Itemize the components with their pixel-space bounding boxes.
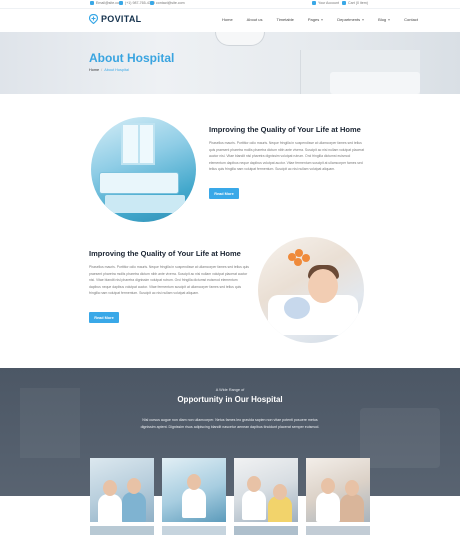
- topbar-contact-email-text: contact@site.com: [156, 1, 185, 5]
- email-icon: [90, 1, 94, 5]
- section2-text: Phasellus mauris. Porttitor odio mauris.…: [89, 265, 249, 296]
- site-header: POVITAL Home About us Timetable Pages De…: [0, 9, 460, 32]
- topbar-cart-link[interactable]: Cart (0 item): [342, 1, 368, 5]
- top-bar: Email@site.com (+1) 987-765-4329 contact…: [0, 0, 460, 9]
- phone-icon: [119, 1, 123, 5]
- cart-icon: [342, 1, 346, 5]
- page-title: About Hospital: [89, 51, 175, 65]
- hero-lamp-image: [215, 32, 265, 46]
- flowers-shape: [288, 249, 312, 269]
- hospital-room-image: [91, 117, 196, 222]
- nav-item-pages[interactable]: Pages: [308, 17, 324, 22]
- chevron-down-icon: [388, 18, 391, 21]
- section2-read-more-button[interactable]: Read More: [89, 312, 119, 323]
- logo-text: POVITAL: [101, 14, 142, 24]
- page-hero: [0, 32, 460, 94]
- bed-shape: [99, 172, 179, 194]
- user-icon: [312, 1, 316, 5]
- topbar-account-text: Your Account: [318, 1, 340, 5]
- nav-item-home[interactable]: Home: [222, 17, 233, 22]
- nav-item-timetable[interactable]: Timetable: [276, 17, 293, 22]
- child-patient-image: [258, 237, 364, 343]
- section-bottom-band: [0, 496, 460, 535]
- opportunity-kicker: A Wide Range of: [215, 388, 245, 392]
- topbar-contact-email[interactable]: contact@site.com: [150, 1, 185, 5]
- nav-item-departments[interactable]: Departments: [337, 17, 365, 22]
- topbar-account-link[interactable]: Your Account: [312, 1, 339, 5]
- toy-shape: [284, 297, 310, 319]
- gallery-photo-doctor-child[interactable]: [234, 458, 298, 522]
- pillow-shape: [268, 295, 358, 335]
- breadcrumb-separator: /: [101, 68, 103, 72]
- opportunity-text: Nisl cursus augue non diam non ullamcorp…: [140, 418, 320, 429]
- nav-item-about[interactable]: About us: [247, 17, 263, 22]
- chevron-down-icon: [362, 18, 365, 21]
- section1-read-more-button[interactable]: Read More: [209, 188, 239, 199]
- mail-icon: [150, 1, 154, 5]
- site-logo[interactable]: POVITAL: [89, 14, 141, 24]
- section1-text: Phasellus mauris. Porttitor odio mauris.…: [209, 141, 365, 172]
- topbar-cart-text: Cart (0 item): [348, 1, 368, 5]
- window-shape: [121, 123, 155, 165]
- main-nav: Home About us Timetable Pages Department…: [222, 17, 432, 22]
- gallery-photo-row2-2[interactable]: [162, 526, 226, 535]
- bed-base-shape: [105, 195, 185, 213]
- gallery-photo-row2-3[interactable]: [234, 526, 298, 535]
- gallery-photo-row2-1[interactable]: [90, 526, 154, 535]
- breadcrumb: Home / About Hospital: [89, 68, 129, 72]
- face-shape: [308, 269, 338, 303]
- gallery-photo-patient-room[interactable]: [162, 458, 226, 522]
- gallery-photo-consultation[interactable]: [306, 458, 370, 522]
- nav-item-contact[interactable]: Contact: [404, 17, 418, 22]
- gallery-photo-doctors[interactable]: [90, 458, 154, 522]
- logo-icon: [89, 14, 98, 24]
- section1-title: Improving the Quality of Your Life at Ho…: [209, 125, 361, 134]
- opportunity-section: A Wide Range of Opportunity in Our Hospi…: [0, 368, 460, 535]
- section2-title: Improving the Quality of Your Life at Ho…: [89, 249, 241, 258]
- chevron-down-icon: [321, 18, 324, 21]
- breadcrumb-current: About Hospital: [104, 68, 129, 72]
- opportunity-title: Opportunity in Our Hospital: [177, 395, 283, 404]
- breadcrumb-home[interactable]: Home: [89, 68, 99, 72]
- hero-bed-image: [330, 72, 420, 94]
- nav-item-blog[interactable]: Blog: [378, 17, 391, 22]
- gallery-photo-row2-4[interactable]: [306, 526, 370, 535]
- background-monitor-image: [360, 408, 440, 468]
- topbar-email[interactable]: Email@site.com: [90, 1, 122, 5]
